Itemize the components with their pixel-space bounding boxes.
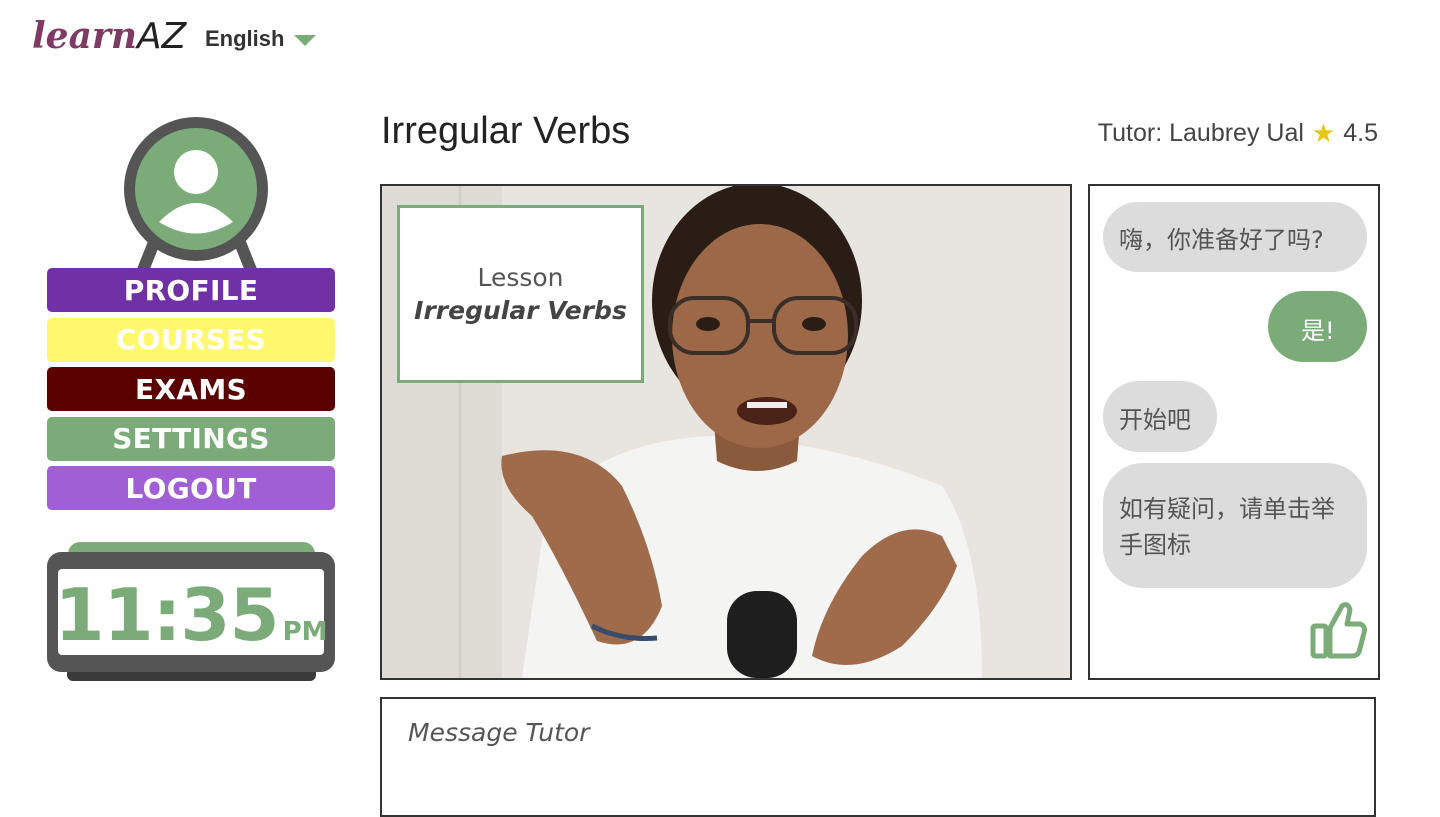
chat-message: 是! (1268, 291, 1367, 362)
nav-profile-button[interactable]: PROFILE (47, 268, 335, 312)
lesson-overlay-card: Lesson Irregular Verbs (397, 205, 644, 383)
chevron-down-icon[interactable] (294, 34, 317, 46)
video-feed[interactable]: Lesson Irregular Verbs (380, 184, 1072, 680)
digital-clock: 11:35 PM (47, 552, 335, 672)
chat-panel[interactable]: 嗨，你准备好了吗? 是! 开始吧 如有疑问，请单击举手图标 (1088, 184, 1380, 680)
logo-az-text: AZ (137, 16, 187, 57)
avatar[interactable] (107, 110, 287, 280)
chat-message: 嗨，你准备好了吗? (1103, 202, 1367, 272)
page-title: Irregular Verbs (381, 110, 631, 152)
chat-message: 开始吧 (1103, 381, 1217, 452)
nav-settings-button[interactable]: SETTINGS (47, 416, 335, 461)
language-selector[interactable]: English (205, 26, 317, 52)
thumbs-up-icon[interactable] (1310, 600, 1368, 660)
message-tutor-input[interactable] (406, 717, 1310, 748)
nav-exams-button[interactable]: EXAMS (47, 367, 335, 411)
tutor-info: Tutor: Laubrey Ual ★ 4.5 (1098, 118, 1378, 149)
lesson-card-name: Irregular Verbs (414, 296, 627, 325)
logo-learn-text: learn (32, 15, 138, 57)
tutor-rating: 4.5 (1343, 119, 1378, 147)
star-icon: ★ (1311, 118, 1336, 148)
clock-ampm: PM (282, 617, 328, 647)
clock-time: 11:35 (54, 573, 279, 657)
nav-logout-button[interactable]: LOGOUT (47, 466, 335, 510)
nav-courses-button[interactable]: COURSES (47, 317, 335, 362)
clock-face: 11:35 PM (54, 569, 328, 655)
language-label: English (205, 26, 285, 51)
chat-message: 如有疑问，请单击举手图标 (1103, 463, 1367, 588)
tutor-name: Tutor: Laubrey Ual (1097, 119, 1304, 147)
message-compose-box[interactable] (380, 697, 1376, 817)
app-logo[interactable]: learnAZ (32, 14, 186, 59)
lesson-card-label: Lesson (477, 263, 564, 292)
sidebar-nav: PROFILE COURSES EXAMS SETTINGS LOGOUT (47, 268, 335, 516)
